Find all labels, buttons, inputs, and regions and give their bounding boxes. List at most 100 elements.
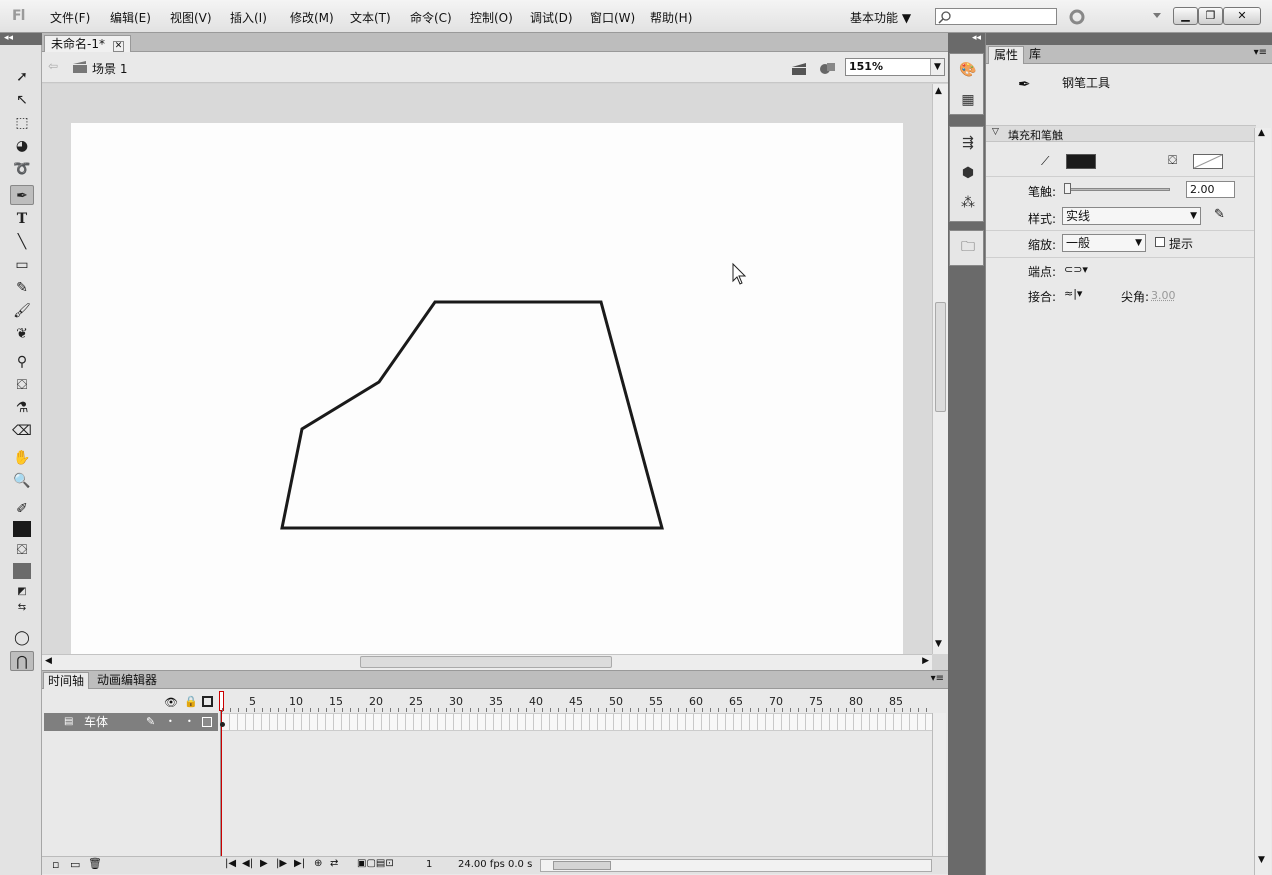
timeline-vscroll[interactable] <box>932 713 946 856</box>
stroke-color-icon[interactable]: ✐ <box>10 499 34 519</box>
chevron-down-icon[interactable] <box>1152 12 1162 20</box>
workspace-switcher[interactable]: 基本功能 ▼ <box>850 9 911 26</box>
tab-properties[interactable]: 属性 <box>988 46 1024 64</box>
delete-layer-icon[interactable]: 🗑 <box>88 857 102 870</box>
outline-icon[interactable] <box>202 696 213 707</box>
props-vscroll[interactable]: ▲ ▼ <box>1254 128 1271 875</box>
rectangle-tool-icon[interactable]: ▭ <box>10 255 34 275</box>
stroke-width-input[interactable]: 2.00 <box>1186 181 1235 198</box>
project-folder-icon[interactable]: 🗀 <box>958 237 978 257</box>
tab-close-icon[interactable]: ✕ <box>113 41 125 52</box>
chevron-down-icon[interactable]: ▼ <box>930 59 944 75</box>
stage[interactable] <box>71 123 903 654</box>
minimize-button[interactable]: ▁ <box>1173 7 1198 25</box>
bone-tool-icon[interactable]: ⚲ <box>10 352 34 372</box>
object-drawing-icon[interactable]: ◯ <box>10 628 34 648</box>
menu-help[interactable]: 帮助(H) <box>650 9 692 26</box>
menu-commands[interactable]: 命令(C) <box>410 9 452 26</box>
hint-checkbox[interactable] <box>1155 237 1165 247</box>
last-frame-icon[interactable]: ▶| <box>294 858 305 869</box>
motion-presets-icon[interactable]: ⁂ <box>958 193 978 213</box>
next-frame-icon[interactable]: |▶ <box>276 858 287 869</box>
stroke-slider[interactable] <box>1066 188 1170 191</box>
sync-icon[interactable] <box>1068 8 1086 26</box>
visible-dot-icon[interactable]: • <box>168 713 173 731</box>
menu-insert[interactable]: 插入(I) <box>230 9 267 26</box>
close-button[interactable]: ✕ <box>1223 7 1261 25</box>
align-icon[interactable]: ⇶ <box>958 133 978 153</box>
tab-timeline[interactable]: 时间轴 <box>43 672 89 689</box>
swap-colors-icon[interactable]: ⇆ <box>10 598 34 618</box>
frame-track[interactable] <box>222 713 934 731</box>
eye-icon[interactable]: 👁 <box>164 696 178 709</box>
scroll-left-icon[interactable]: ◀ <box>45 656 52 666</box>
fill-color-swatch[interactable] <box>13 563 31 579</box>
vertical-scrollbar[interactable]: ▲ ▼ <box>932 84 948 654</box>
subselection-tool-icon[interactable]: ↖ <box>10 90 34 110</box>
miter-value[interactable]: 3.00 <box>1151 289 1176 302</box>
lock-icon[interactable]: 🔒 <box>184 695 198 708</box>
collapse-icon[interactable]: ◂◂ <box>0 33 42 45</box>
scroll-down-icon[interactable]: ▼ <box>1258 855 1265 865</box>
timeline-hscroll[interactable] <box>540 859 932 872</box>
scroll-down-icon[interactable]: ▼ <box>935 639 942 649</box>
pen-tool-icon[interactable]: ✒ <box>10 185 34 205</box>
timeline-hscroll-thumb[interactable] <box>553 861 611 870</box>
stroke-color-swatch[interactable] <box>13 521 31 537</box>
menu-window[interactable]: 窗口(W) <box>590 9 635 26</box>
3d-rotation-tool-icon[interactable]: ◕ <box>10 136 34 156</box>
back-arrow-icon[interactable]: ⇦ <box>48 59 58 73</box>
tab-motion-editor[interactable]: 动画编辑器 <box>93 672 161 689</box>
menu-file[interactable]: 文件(F) <box>50 9 90 26</box>
menu-edit[interactable]: 编辑(E) <box>110 9 151 26</box>
frame-rate[interactable]: 24.00 fps <box>458 859 505 870</box>
menu-debug[interactable]: 调试(D) <box>530 9 573 26</box>
color-palette-icon[interactable]: 🎨 <box>958 60 978 80</box>
restore-button[interactable]: ❐ <box>1198 7 1223 25</box>
cap-round-icon[interactable]: ⊂⊃▾ <box>1064 263 1088 276</box>
zoom-tool-icon[interactable]: 🔍 <box>10 471 34 491</box>
lasso-tool-icon[interactable]: ➰ <box>10 159 34 179</box>
menu-text[interactable]: 文本(T) <box>350 9 391 26</box>
keyframe-dot[interactable] <box>220 722 225 727</box>
vertical-scroll-thumb[interactable] <box>935 302 946 412</box>
loop-icon[interactable]: ⇄ <box>330 858 338 869</box>
join-round-icon[interactable]: ≈|▾ <box>1064 287 1082 300</box>
document-tab[interactable]: 未命名-1* ✕ <box>44 35 131 52</box>
free-transform-tool-icon[interactable]: ⬚ <box>10 113 34 133</box>
new-folder-icon[interactable]: ▭ <box>70 858 80 871</box>
components-icon[interactable]: ⬢ <box>958 163 978 183</box>
play-icon[interactable]: ▶ <box>260 858 268 869</box>
deco-tool-icon[interactable]: ❦ <box>10 324 34 344</box>
hand-tool-icon[interactable]: ✋ <box>10 448 34 468</box>
zoom-select[interactable]: 151% ▼ <box>845 58 945 76</box>
layer-outline-swatch[interactable] <box>202 717 212 727</box>
first-frame-icon[interactable]: |◀ <box>225 858 236 869</box>
tab-library[interactable]: 库 <box>1024 46 1046 64</box>
style-select[interactable]: 实线 <box>1062 207 1201 225</box>
snap-magnet-icon[interactable]: ⋂ <box>10 651 34 671</box>
stroke-color-swatch[interactable] <box>1066 154 1096 169</box>
selection-tool-icon[interactable]: ➚ <box>10 67 34 87</box>
scale-select[interactable]: 一般 <box>1062 234 1146 252</box>
panel-menu-icon[interactable]: ▾≡ <box>1254 47 1267 58</box>
menu-modify[interactable]: 修改(M) <box>290 9 334 26</box>
edit-scene-icon[interactable] <box>790 59 810 77</box>
onion-skin-icon[interactable]: ▣▢▤⊡ <box>357 858 394 869</box>
layer-row[interactable]: ▤ 车体 ✎ • • <box>44 713 218 731</box>
expand-icon[interactable]: ◂◂ <box>948 33 985 45</box>
scroll-up-icon[interactable]: ▲ <box>935 86 942 96</box>
search-input[interactable] <box>935 8 1057 25</box>
prev-frame-icon[interactable]: ◀| <box>242 858 253 869</box>
chevron-down-icon[interactable]: ▽ <box>992 127 999 137</box>
center-frame-icon[interactable]: ⊕ <box>314 858 322 869</box>
brush-tool-icon[interactable]: 🖌 <box>10 301 34 321</box>
lock-dot-icon[interactable]: • <box>187 713 192 731</box>
scroll-up-icon[interactable]: ▲ <box>1258 128 1265 138</box>
stroke-slider-thumb[interactable] <box>1064 183 1071 194</box>
eyedropper-tool-icon[interactable]: ⚗ <box>10 398 34 418</box>
text-tool-icon[interactable]: T <box>10 209 34 229</box>
pencil-tool-icon[interactable]: ✎ <box>10 278 34 298</box>
edit-stroke-style-icon[interactable]: ✎ <box>1214 207 1225 222</box>
line-tool-icon[interactable]: ╲ <box>10 232 34 252</box>
